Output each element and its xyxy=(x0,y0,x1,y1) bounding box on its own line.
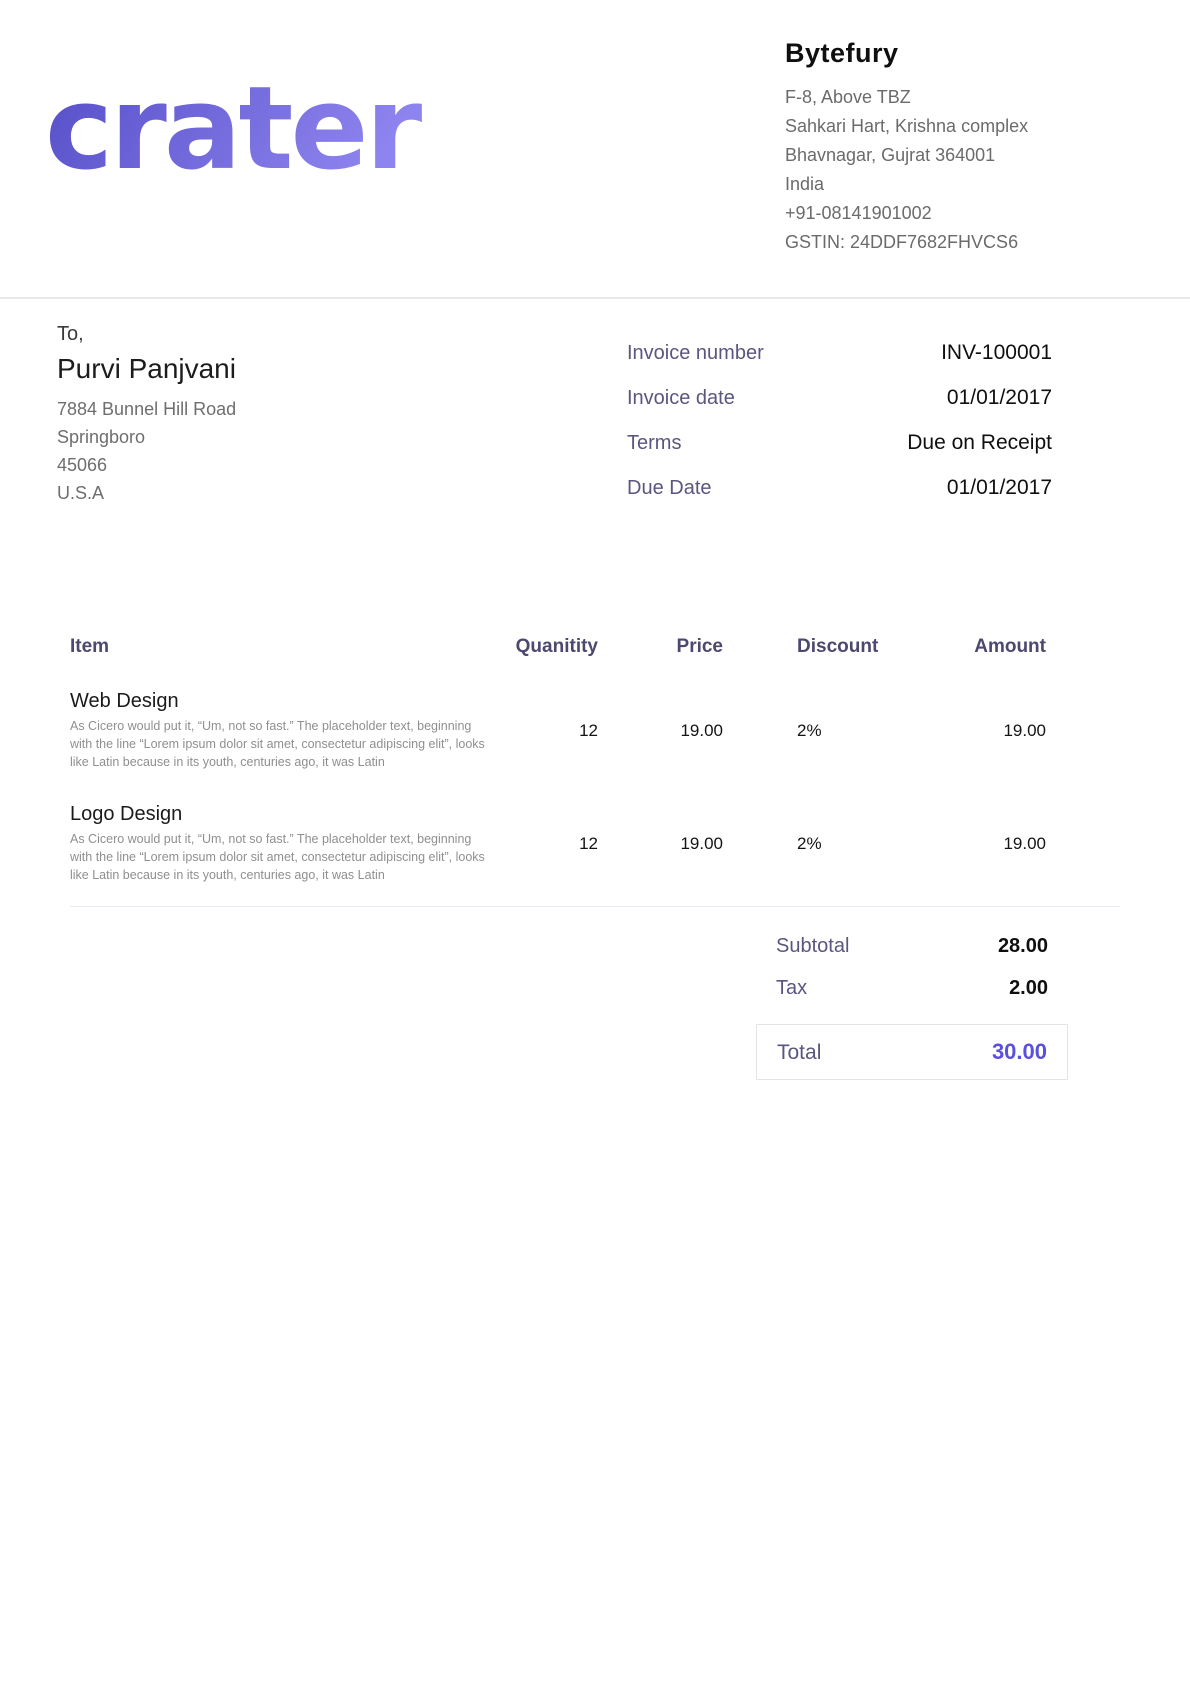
customer-address-line: U.S.A xyxy=(57,479,236,507)
item-description: As Cicero would put it, “Um, not so fast… xyxy=(70,830,490,884)
invoice-number-value: INV-100001 xyxy=(941,341,1052,365)
column-header-discount: Discount xyxy=(723,636,913,658)
column-header-amount: Amount xyxy=(913,636,1046,658)
due-date-row: Due Date 01/01/2017 xyxy=(627,476,1052,500)
tax-value: 2.00 xyxy=(1009,977,1048,1000)
terms-label: Terms xyxy=(627,432,681,455)
total-box: Total 30.00 xyxy=(756,1024,1068,1080)
item-quantity: 12 xyxy=(502,721,598,741)
customer-name: Purvi Panjvani xyxy=(57,349,236,389)
tax-label: Tax xyxy=(776,977,807,1000)
items-divider xyxy=(70,906,1120,907)
item-price: 19.00 xyxy=(598,721,723,741)
company-gstin: GSTIN: 24DDF7682FHVCS6 xyxy=(785,228,1120,257)
brand-logo: crater xyxy=(45,68,505,198)
brand-logo-text: crater xyxy=(45,68,422,193)
invoice-meta-block: Invoice number INV-100001 Invoice date 0… xyxy=(627,341,1052,521)
item-name: Logo Design xyxy=(70,803,502,826)
totals-block: Subtotal 28.00 Tax 2.00 Total 30.00 xyxy=(756,935,1068,1080)
items-table-header: Item Quanitity Price Discount Amount xyxy=(70,636,1046,658)
company-info: Bytefury F-8, Above TBZ Sahkari Hart, Kr… xyxy=(785,38,1120,257)
item-cell: Web Design As Cicero would put it, “Um, … xyxy=(70,690,502,771)
company-address-line: Bhavnagar, Gujrat 364001 xyxy=(785,141,1120,170)
company-name: Bytefury xyxy=(785,38,1120,69)
invoice-date-row: Invoice date 01/01/2017 xyxy=(627,386,1052,410)
invoice-header: crater Bytefury F-8, Above TBZ Sahkari H… xyxy=(0,0,1190,299)
bill-to-label: To, xyxy=(57,319,236,349)
column-header-price: Price xyxy=(598,636,723,658)
terms-value: Due on Receipt xyxy=(907,431,1052,455)
item-amount: 19.00 xyxy=(913,721,1046,741)
total-label: Total xyxy=(777,1041,821,1065)
company-address-line: India xyxy=(785,170,1120,199)
invoice-number-row: Invoice number INV-100001 xyxy=(627,341,1052,365)
item-discount: 2% xyxy=(723,721,913,741)
column-header-quantity: Quanitity xyxy=(502,636,598,658)
customer-address-line: 7884 Bunnel Hill Road xyxy=(57,395,236,423)
item-quantity: 12 xyxy=(502,834,598,854)
item-name: Web Design xyxy=(70,690,502,713)
terms-row: Terms Due on Receipt xyxy=(627,431,1052,455)
company-address-line: Sahkari Hart, Krishna complex xyxy=(785,112,1120,141)
item-amount: 19.00 xyxy=(913,834,1046,854)
subtotal-value: 28.00 xyxy=(998,935,1048,958)
company-address-line: F-8, Above TBZ xyxy=(785,83,1120,112)
tax-row: Tax 2.00 xyxy=(756,977,1068,1000)
item-discount: 2% xyxy=(723,834,913,854)
item-row: Logo Design As Cicero would put it, “Um,… xyxy=(70,803,1046,884)
bill-to-block: To, Purvi Panjvani 7884 Bunnel Hill Road… xyxy=(57,319,236,521)
invoice-number-label: Invoice number xyxy=(627,342,764,365)
due-date-value: 01/01/2017 xyxy=(947,476,1052,500)
customer-address-line: 45066 xyxy=(57,451,236,479)
invoice-date-label: Invoice date xyxy=(627,387,735,410)
due-date-label: Due Date xyxy=(627,477,712,500)
column-header-item: Item xyxy=(70,636,502,658)
brand-logo-svg: crater xyxy=(45,68,505,193)
subtotal-label: Subtotal xyxy=(776,935,849,958)
item-cell: Logo Design As Cicero would put it, “Um,… xyxy=(70,803,502,884)
company-phone: +91-08141901002 xyxy=(785,199,1120,228)
total-value: 30.00 xyxy=(992,1039,1047,1065)
items-table: Item Quanitity Price Discount Amount Web… xyxy=(0,636,1190,884)
item-row: Web Design As Cicero would put it, “Um, … xyxy=(70,690,1046,771)
item-description: As Cicero would put it, “Um, not so fast… xyxy=(70,717,490,771)
customer-address-line: Springboro xyxy=(57,423,236,451)
invoice-date-value: 01/01/2017 xyxy=(947,386,1052,410)
parties-section: To, Purvi Panjvani 7884 Bunnel Hill Road… xyxy=(0,299,1190,521)
item-price: 19.00 xyxy=(598,834,723,854)
subtotal-row: Subtotal 28.00 xyxy=(756,935,1068,958)
